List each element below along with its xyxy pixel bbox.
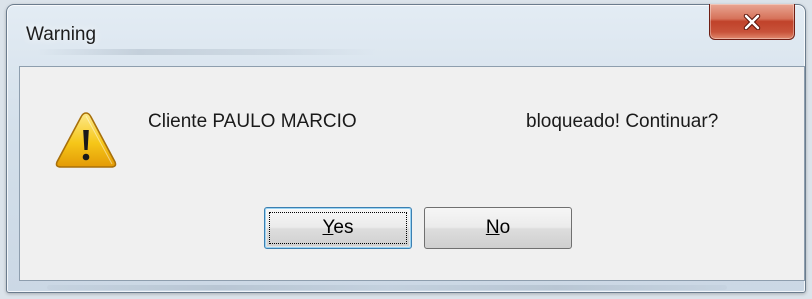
dialog-window: Warning Cliente PAULO MARCIO bloqueado! … bbox=[6, 4, 806, 293]
no-label-rest: o bbox=[499, 217, 511, 238]
no-button[interactable]: No bbox=[424, 207, 572, 249]
background-blur-bottom bbox=[47, 285, 727, 290]
no-accelerator: N bbox=[485, 217, 500, 238]
no-button-label: No bbox=[486, 217, 510, 239]
window-title: Warning bbox=[26, 24, 97, 45]
warning-icon bbox=[55, 112, 117, 168]
yes-label-rest: es bbox=[333, 217, 354, 238]
yes-button-label: Yes bbox=[322, 217, 353, 239]
yes-button[interactable]: Yes bbox=[264, 207, 412, 249]
yes-accelerator: Y bbox=[322, 217, 334, 238]
close-icon bbox=[743, 13, 761, 30]
dialog-body: Cliente PAULO MARCIO bloqueado! Continua… bbox=[19, 66, 805, 281]
close-button[interactable] bbox=[709, 4, 795, 40]
message-blocked-question: bloqueado! Continuar? bbox=[526, 111, 719, 132]
message-client-name: Cliente PAULO MARCIO bbox=[148, 111, 357, 132]
